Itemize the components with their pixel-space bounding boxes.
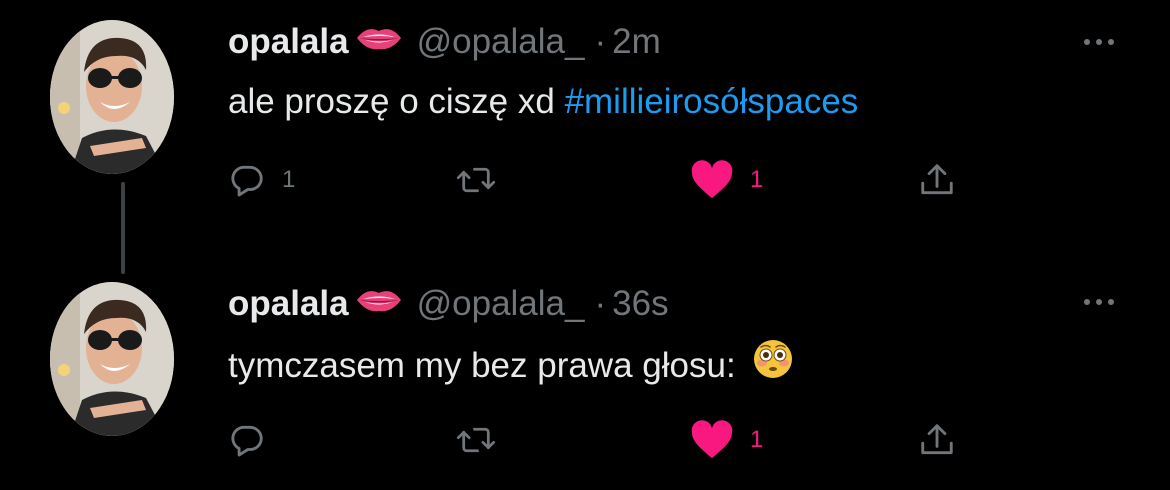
reply-button[interactable] bbox=[228, 418, 282, 462]
like-count: 1 bbox=[750, 426, 764, 453]
share-button[interactable] bbox=[918, 158, 956, 202]
tweet-text: tymczasem my bez prawa głosu: bbox=[228, 339, 793, 393]
lips-icon bbox=[355, 20, 403, 64]
share-button[interactable] bbox=[918, 418, 956, 462]
avatar-image bbox=[50, 20, 174, 174]
tweet-1[interactable]: opalala @opalala_ · 2m ale proszę o cisz… bbox=[0, 0, 1170, 274]
tweet-header: opalala @opalala_ · 2m bbox=[228, 20, 661, 64]
tweet-2[interactable]: opalala @opalala_ · 36s tymczasem my bez… bbox=[0, 260, 1170, 490]
avatar-image bbox=[50, 282, 174, 436]
share-icon bbox=[921, 424, 953, 455]
like-button[interactable]: 1 bbox=[690, 418, 763, 462]
display-name[interactable]: opalala bbox=[228, 20, 349, 64]
heart-filled-icon bbox=[691, 420, 733, 459]
reply-icon bbox=[231, 165, 263, 197]
heart-filled-icon bbox=[691, 160, 733, 199]
like-count: 1 bbox=[750, 166, 764, 193]
timestamp[interactable]: 36s bbox=[612, 282, 668, 326]
timestamp[interactable]: 2m bbox=[612, 20, 661, 64]
separator-dot: · bbox=[594, 284, 607, 323]
retweet-button[interactable] bbox=[456, 418, 496, 462]
tweet-header: opalala @opalala_ · 36s bbox=[228, 282, 669, 326]
hashtag-link[interactable]: #millieirosółspaces bbox=[565, 82, 859, 121]
display-name[interactable]: opalala bbox=[228, 282, 349, 326]
retweet-icon bbox=[456, 427, 496, 453]
reply-button[interactable]: 1 bbox=[228, 158, 295, 202]
avatar[interactable] bbox=[50, 20, 174, 174]
more-options-icon[interactable] bbox=[1084, 297, 1114, 307]
avatar[interactable] bbox=[50, 282, 174, 436]
tweet-text-body: ale proszę o ciszę xd bbox=[228, 82, 555, 121]
reply-icon bbox=[231, 425, 263, 457]
reply-count: 1 bbox=[282, 166, 296, 193]
tweet-actions: 1 1 bbox=[228, 158, 988, 202]
user-handle[interactable]: @opalala_ bbox=[417, 20, 585, 64]
tweet-text: ale proszę o ciszę xd #millieirosółspace… bbox=[228, 80, 858, 124]
tweet-actions: 1 bbox=[228, 418, 988, 462]
tweet-text-body: tymczasem my bez prawa głosu: bbox=[228, 345, 736, 385]
like-button[interactable]: 1 bbox=[690, 158, 763, 202]
user-handle[interactable]: @opalala_ bbox=[417, 282, 585, 326]
flushed-face-icon bbox=[753, 339, 793, 390]
share-icon bbox=[921, 164, 953, 195]
lips-icon bbox=[355, 282, 403, 326]
retweet-icon bbox=[456, 167, 496, 193]
retweet-button[interactable] bbox=[456, 158, 496, 202]
separator-dot: · bbox=[594, 22, 607, 61]
more-options-icon[interactable] bbox=[1084, 37, 1114, 47]
